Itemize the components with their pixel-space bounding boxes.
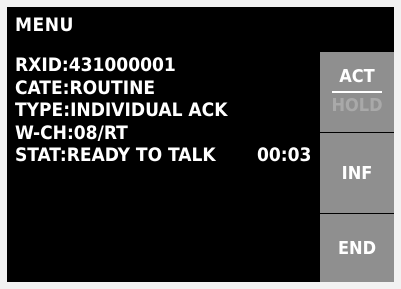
inf-softkey[interactable]: INF [320,133,394,213]
working-channel-line: W-CH:08/RT [15,121,128,144]
end-label: END [337,237,377,259]
rxid-line: RXID:431000001 [15,54,176,76]
call-timer: 00:03 [257,144,312,166]
end-softkey[interactable]: END [320,214,394,282]
type-line: TYPE:INDIVIDUAL ACK [15,99,228,121]
menu-title: MENU [15,14,74,36]
display-screen: MENU RXID:431000001 CATE:ROUTINE TYPE:IN… [7,7,394,282]
act-label: ACT [339,65,375,87]
act-hold-softkey[interactable]: ACT HOLD [320,52,394,132]
category-line: CATE:ROUTINE [15,76,156,99]
call-info-panel: RXID:431000001 CATE:ROUTINE TYPE:INDIVID… [15,54,227,167]
hold-label: HOLD [331,94,383,116]
inf-label: INF [341,162,373,184]
act-hold-divider [332,90,382,93]
status-line: STAT:READY TO TALK [15,144,216,166]
